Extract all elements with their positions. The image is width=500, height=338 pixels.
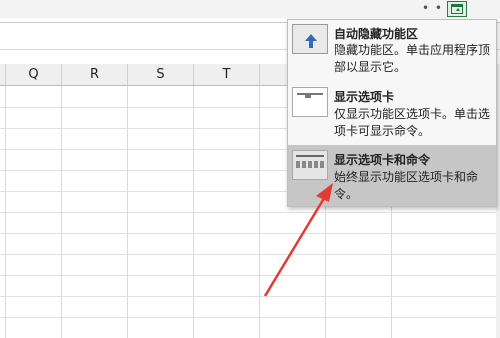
column-header-r[interactable]: R: [62, 64, 128, 86]
column-header-q[interactable]: Q: [6, 64, 62, 86]
column-header-t[interactable]: T: [194, 64, 260, 86]
menu-item-title: 自动隐藏功能区: [334, 27, 419, 41]
menu-item-description: 隐藏功能区。单击应用程序顶部以显示它。: [334, 43, 491, 74]
menu-item-title: 显示选项卡和命令: [334, 153, 431, 167]
grid-line: [0, 254, 500, 255]
menu-item-show-tabs[interactable]: 显示选项卡 仅显示功能区选项卡。单击选项卡可显示命令。: [288, 82, 496, 144]
tab-bar-shape: [297, 93, 323, 98]
show-tabs-icon: [292, 87, 328, 117]
ribbon-display-options-icon: [451, 4, 463, 14]
grid-line: [0, 296, 500, 297]
menu-item-auto-hide-ribbon[interactable]: 自动隐藏功能区 隐藏功能区。单击应用程序顶部以显示它。: [288, 20, 496, 82]
grid-line: [0, 275, 500, 276]
arrow-up-icon: [305, 34, 317, 48]
grid-line: [0, 317, 500, 318]
auto-hide-ribbon-icon: [292, 24, 328, 54]
ribbon-display-options-button[interactable]: [447, 1, 467, 17]
menu-item-title: 显示选项卡: [334, 90, 395, 104]
grid-line: [0, 212, 500, 213]
grid-line: [0, 233, 500, 234]
show-tabs-and-commands-icon: [292, 150, 328, 180]
tab-bar-shape: [296, 155, 324, 159]
menu-item-show-tabs-and-commands[interactable]: 显示选项卡和命令 始终显示功能区选项卡和命令。: [288, 145, 496, 206]
command-bar-shape: [296, 161, 324, 168]
ribbon-display-options-menu: 自动隐藏功能区 隐藏功能区。单击应用程序顶部以显示它。 显示选项卡 仅显示功能区…: [287, 19, 497, 207]
title-bar: • • •: [0, 0, 500, 18]
menu-item-description: 仅显示功能区选项卡。单击选项卡可显示命令。: [334, 107, 491, 138]
column-header-s[interactable]: S: [128, 64, 194, 86]
menu-item-description: 始终显示功能区选项卡和命令。: [334, 170, 479, 201]
